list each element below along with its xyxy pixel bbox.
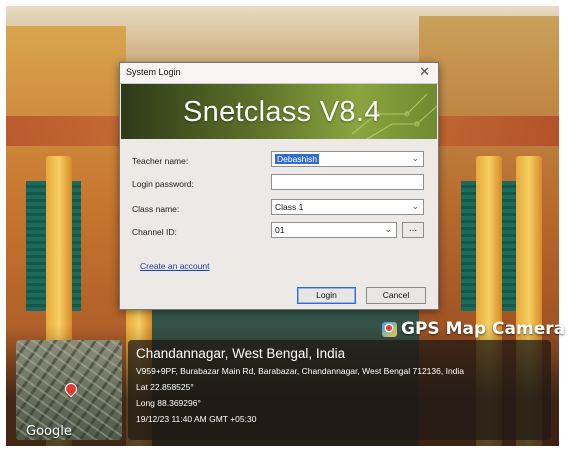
login-button[interactable]: Login <box>297 287 356 304</box>
gps-badge-label: GPS Map Camera <box>401 319 566 339</box>
system-login-dialog: System Login ✕ Snetclass V8.4 Teacher na… <box>119 62 439 310</box>
teacher-name-value: Debashish <box>275 154 320 164</box>
login-password-field[interactable] <box>271 174 424 190</box>
channel-browse-button[interactable]: ... <box>402 222 424 238</box>
class-name-value: Class 1 <box>275 202 304 212</box>
location-city: Chandannagar, West Bengal, India <box>136 346 346 361</box>
chevron-down-icon[interactable]: ⌄ <box>384 224 392 235</box>
channel-id-value: 01 <box>275 225 285 235</box>
channel-id-combo[interactable]: 01 ⌄ <box>271 222 397 238</box>
location-datetime: 19/12/23 11:40 AM GMT +05:30 <box>136 414 257 424</box>
create-account-link[interactable]: Create an account <box>140 261 209 271</box>
close-icon[interactable]: ✕ <box>419 65 430 79</box>
app-title: Snetclass V8.4 <box>183 96 381 128</box>
map-pin-icon <box>382 321 397 337</box>
location-address: V959+9PF, Burabazar Main Rd, Barabazar, … <box>136 366 465 376</box>
google-logo: Google <box>26 424 72 439</box>
app-banner: Snetclass V8.4 <box>121 84 437 139</box>
chevron-down-icon[interactable]: ⌄ <box>411 201 419 212</box>
teacher-name-combo[interactable]: Debashish ⌄ <box>271 151 424 167</box>
cancel-button[interactable]: Cancel <box>366 287 426 304</box>
location-latitude: Lat 22.858525° <box>136 382 194 392</box>
dialog-title: System Login <box>126 67 181 77</box>
location-map: Google <box>16 340 122 440</box>
location-longitude: Long 88.369296° <box>136 398 201 408</box>
teacher-name-label: Teacher name: <box>132 156 189 166</box>
dialog-titlebar: System Login ✕ <box>120 63 438 84</box>
class-name-label: Class name: <box>132 204 180 214</box>
location-info-panel: Chandannagar, West Bengal, India V959+9P… <box>128 340 551 440</box>
class-name-combo[interactable]: Class 1 ⌄ <box>271 199 424 215</box>
chevron-down-icon[interactable]: ⌄ <box>411 153 419 164</box>
login-password-label: Login password: <box>132 179 194 189</box>
gps-map-camera-badge: GPS Map Camera <box>382 318 565 340</box>
channel-id-label: Channel ID: <box>132 227 177 237</box>
